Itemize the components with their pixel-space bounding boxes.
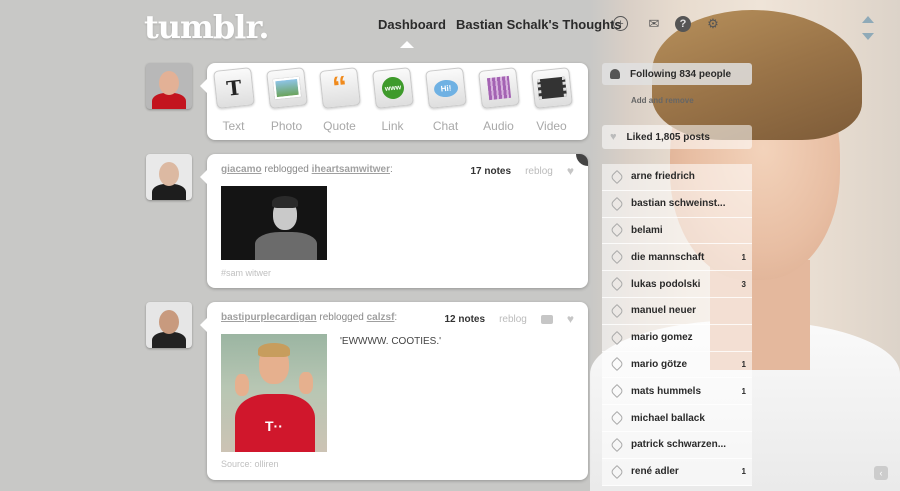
tag-icon	[609, 410, 625, 426]
tag-item[interactable]: lukas podolski 3	[602, 271, 752, 298]
scroll-down-icon[interactable]	[862, 33, 874, 40]
tag-icon	[609, 437, 625, 452]
tag-icon	[609, 196, 625, 211]
tag-item[interactable]: michael ballack	[602, 405, 752, 432]
post-user-link[interactable]: bastipurplecardigan	[221, 312, 317, 323]
post-photo[interactable]: T··	[221, 334, 327, 452]
nav-active-pointer	[400, 41, 414, 48]
post-type-quote[interactable]: “ Quote	[313, 67, 366, 133]
post-header: giacamo reblogged iheartsamwitwer:	[221, 164, 393, 175]
reblog-button[interactable]: reblog	[499, 314, 527, 325]
post-photo[interactable]	[221, 186, 327, 260]
tag-icon	[609, 330, 625, 345]
tag-item[interactable]: arne friedrich	[602, 164, 752, 191]
text-icon: T	[212, 67, 255, 109]
post-user-link[interactable]: giacamo	[221, 164, 262, 175]
tag-item[interactable]: patrick schwarzen...	[602, 431, 752, 459]
tag-item[interactable]: die mannschaft 1	[602, 244, 752, 272]
like-heart-icon[interactable]: ♥	[567, 164, 574, 178]
help-icon[interactable]: ?	[675, 16, 691, 32]
liked-posts[interactable]: ♥ Liked 1,805 posts	[602, 125, 752, 149]
notes-count[interactable]: 12 notes	[444, 314, 485, 325]
post-type-photo[interactable]: Photo	[260, 67, 313, 133]
post-header: bastipurplecardigan reblogged calzsf:	[221, 312, 398, 323]
tag-icon	[609, 303, 625, 318]
following-count[interactable]: Following 834 people	[602, 63, 752, 85]
scroll-up-icon[interactable]	[862, 16, 874, 23]
nav-dashboard[interactable]: Dashboard	[378, 17, 446, 32]
add-remove-link[interactable]: Add and remove	[631, 96, 694, 105]
post-type-link[interactable]: www Link	[366, 67, 419, 133]
tag-item[interactable]: mario gomez	[602, 324, 752, 352]
reblog-button[interactable]: reblog	[525, 166, 553, 177]
post-caption: 'EWWWW. COOTIES.'	[340, 336, 442, 347]
post-type-chooser: T Text Photo “ Quote www Link Hi! Chat A…	[200, 63, 588, 140]
tag-icon	[609, 357, 625, 372]
camera-icon[interactable]	[540, 314, 553, 324]
scroll-top-icon[interactable]: ‹	[874, 466, 888, 480]
post-type-video[interactable]: Video	[525, 67, 578, 133]
tag-item[interactable]: mats hummels 1	[602, 378, 752, 406]
tag-item[interactable]: belami	[602, 217, 752, 245]
link-icon: www	[371, 67, 414, 109]
like-heart-icon[interactable]: ♥	[567, 312, 574, 326]
tag-item[interactable]: manuel neuer	[602, 297, 752, 325]
nav-blog-title[interactable]: Bastian Schalk's Thoughts	[456, 17, 622, 32]
post-source-link[interactable]: calzsf	[367, 312, 395, 323]
video-icon	[530, 67, 573, 109]
post-avatar[interactable]	[146, 302, 192, 348]
post-card: bastipurplecardigan reblogged calzsf: 12…	[200, 302, 588, 480]
tag-icon	[609, 464, 625, 479]
tag-icon	[609, 223, 625, 238]
post-type-chat[interactable]: Hi! Chat	[419, 67, 472, 133]
tag-item[interactable]: bastian schweinst...	[602, 190, 752, 218]
post-type-text[interactable]: T Text	[207, 67, 260, 133]
post-source-link[interactable]: iheartsamwitwer	[312, 164, 390, 175]
corner-fold	[576, 154, 588, 166]
plus-circle-icon[interactable]: +	[613, 16, 628, 31]
post-tag[interactable]: #sam witwer	[221, 268, 271, 278]
quote-icon: “	[318, 67, 361, 109]
tracked-tags-list: arne friedrich bastian schweinst... bela…	[602, 164, 752, 486]
tag-item[interactable]: rené adler 1	[602, 458, 752, 486]
person-icon	[610, 69, 620, 79]
tag-icon	[609, 250, 625, 265]
scroll-arrows[interactable]	[862, 16, 874, 50]
tag-item[interactable]: mario götze 1	[602, 351, 752, 379]
tag-icon	[609, 384, 625, 399]
post-source[interactable]: Source: olliren	[221, 459, 279, 469]
own-avatar[interactable]	[146, 63, 192, 109]
gear-icon[interactable]: ⚙	[705, 16, 721, 32]
chat-icon: Hi!	[424, 67, 467, 109]
notes-count[interactable]: 17 notes	[470, 166, 511, 177]
post-card: giacamo reblogged iheartsamwitwer: 17 no…	[200, 154, 588, 288]
post-type-audio[interactable]: Audio	[472, 67, 525, 133]
mail-icon[interactable]: ✉	[646, 16, 662, 32]
tag-icon	[609, 277, 625, 292]
photo-icon	[265, 67, 308, 109]
audio-icon	[477, 67, 520, 109]
heart-icon: ♥	[610, 131, 617, 143]
post-avatar[interactable]	[146, 154, 192, 200]
tag-icon	[609, 169, 625, 184]
tumblr-logo[interactable]: tumblr.	[144, 8, 269, 46]
